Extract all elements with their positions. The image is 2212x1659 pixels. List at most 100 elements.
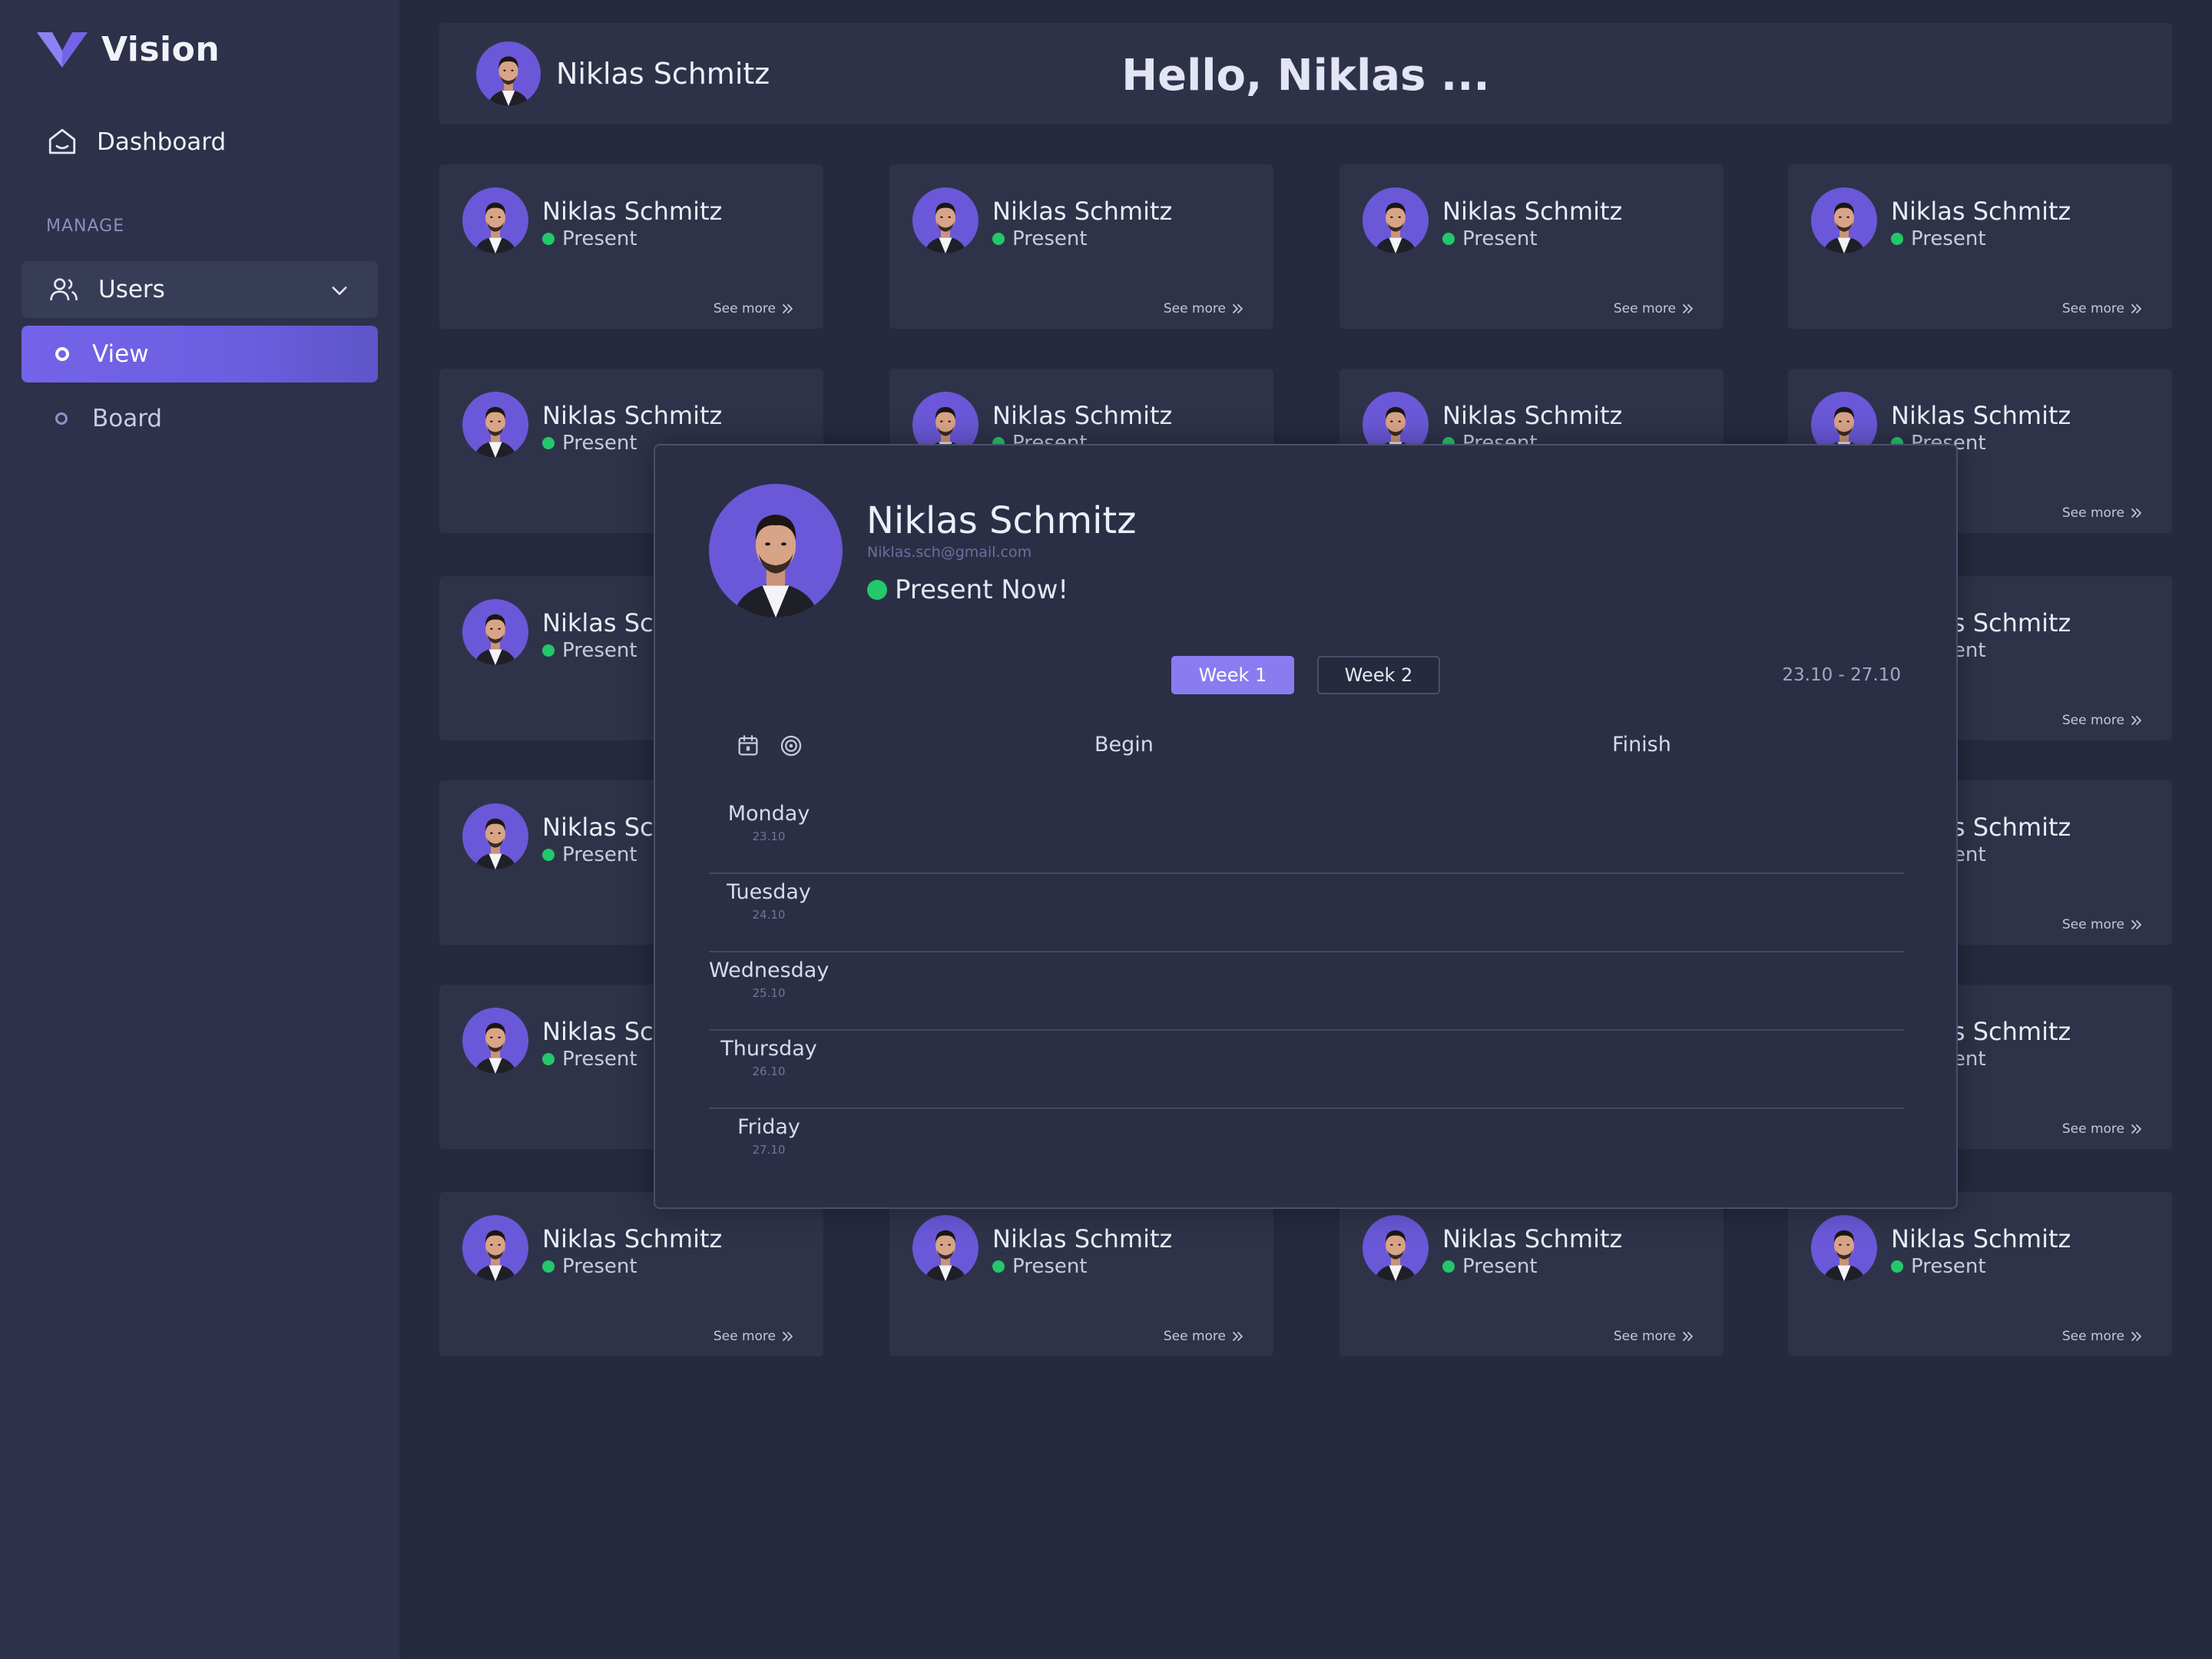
status-text: Present <box>562 1048 637 1071</box>
sidebar-item-label: View <box>92 340 149 368</box>
avatar <box>1363 1215 1429 1281</box>
section-label-manage: MANAGE <box>46 217 125 236</box>
sidebar-item-view[interactable]: View <box>22 326 378 382</box>
users-icon <box>50 278 78 301</box>
see-more-link[interactable]: See more <box>2062 301 2144 316</box>
status-dot-icon <box>992 233 1005 245</box>
status-badge: Present <box>542 432 637 455</box>
day-name: Thursday <box>720 1037 817 1061</box>
user-card[interactable]: Niklas SchmitzPresent See more <box>1339 1192 1724 1356</box>
brand[interactable]: Vision <box>35 28 220 71</box>
sidebar-item-label: Dashboard <box>97 128 227 156</box>
see-more-link[interactable]: See more <box>714 1329 796 1344</box>
status-dot-icon <box>867 580 887 600</box>
see-more-label: See more <box>2061 917 2124 932</box>
status-text: Present <box>562 227 637 250</box>
see-more-link[interactable]: See more <box>1164 301 1246 316</box>
status-text: Present <box>1911 1255 1986 1278</box>
day-date: 24.10 <box>752 908 786 922</box>
card-user-name: Niklas Schmitz <box>992 1224 1173 1253</box>
card-user-name: Niklas Schmitz <box>542 197 723 226</box>
day-name: Monday <box>727 802 810 826</box>
see-more-link[interactable]: See more <box>2062 1329 2144 1344</box>
status-dot-icon <box>542 849 555 861</box>
see-more-label: See more <box>2061 1329 2124 1344</box>
status-dot-icon <box>992 1260 1005 1273</box>
day-name: Friday <box>737 1115 800 1139</box>
see-more-link[interactable]: See more <box>1614 1329 1696 1344</box>
card-user-name: Niklas Schmitz <box>992 197 1173 226</box>
avatar <box>462 1008 528 1074</box>
chevron-down-icon[interactable] <box>329 280 350 301</box>
see-more-link[interactable]: See more <box>2062 1121 2144 1137</box>
see-more-link[interactable]: See more <box>1614 301 1696 316</box>
see-more-label: See more <box>1163 1329 1226 1344</box>
status-badge: Present <box>992 227 1088 250</box>
day-date: 23.10 <box>752 830 786 843</box>
status-text: Present <box>1012 227 1088 250</box>
status-text: Present <box>1012 1255 1088 1278</box>
bullet-icon <box>55 412 68 425</box>
sidebar-item-users[interactable]: Users <box>22 261 378 318</box>
user-card[interactable]: Niklas SchmitzPresent See more <box>439 164 823 329</box>
target-icon[interactable] <box>778 733 804 759</box>
user-card[interactable]: Niklas SchmitzPresent See more <box>439 1192 823 1356</box>
status-text: Present <box>1462 1255 1538 1278</box>
see-more-label: See more <box>1163 301 1226 316</box>
status-dot-icon <box>1891 1260 1903 1273</box>
sidebar-item-board[interactable]: Board <box>22 390 378 447</box>
double-chevron-right-icon <box>783 1332 793 1341</box>
double-chevron-right-icon <box>2131 304 2141 313</box>
status-badge: Present <box>542 1048 637 1071</box>
card-user-name: Niklas Schmitz <box>1891 197 2071 226</box>
card-user-name: Niklas Schmitz <box>1891 1224 2071 1253</box>
user-card[interactable]: Niklas SchmitzPresent See more <box>889 164 1273 329</box>
status-dot-icon <box>1442 233 1455 245</box>
home-icon <box>48 128 76 154</box>
double-chevron-right-icon <box>2131 1332 2141 1341</box>
avatar <box>462 392 528 458</box>
status-badge: Present <box>1442 1255 1538 1278</box>
status-badge: Present <box>1891 227 1986 250</box>
day-name: Wednesday <box>709 959 830 982</box>
status-badge: Present <box>542 843 637 866</box>
double-chevron-right-icon <box>1683 1332 1693 1341</box>
sidebar-item-dashboard[interactable]: Dashboard <box>46 123 226 161</box>
status-text: Present <box>562 432 637 455</box>
avatar <box>709 484 843 618</box>
see-more-link[interactable]: See more <box>2062 713 2144 728</box>
tab-week-1[interactable]: Week 1 <box>1171 656 1294 694</box>
bullet-icon <box>55 347 69 361</box>
see-more-label: See more <box>1613 301 1676 316</box>
card-user-name: Niklas Schmitz <box>992 401 1173 430</box>
status-dot-icon <box>542 233 555 245</box>
user-card[interactable]: Niklas SchmitzPresent See more <box>1339 164 1724 329</box>
day-row: Monday 23.10 <box>709 796 1904 874</box>
calendar-icon[interactable] <box>735 733 761 759</box>
double-chevron-right-icon <box>1233 304 1243 313</box>
status-text: Present <box>1911 227 1986 250</box>
status-dot-icon <box>542 437 555 449</box>
avatar <box>912 1215 979 1281</box>
avatar <box>462 187 528 253</box>
user-card[interactable]: Niklas SchmitzPresent See more <box>1788 164 2172 329</box>
column-header-finish: Finish <box>1612 733 1671 757</box>
double-chevron-right-icon <box>783 304 793 313</box>
status-badge: Present <box>992 1255 1088 1278</box>
status-text: Present <box>562 639 637 662</box>
user-card[interactable]: Niklas SchmitzPresent See more <box>1788 1192 2172 1356</box>
see-more-link[interactable]: See more <box>2062 505 2144 521</box>
tab-week-2[interactable]: Week 2 <box>1317 656 1440 694</box>
sidebar-item-label: Board <box>92 405 163 432</box>
day-row: Thursday 26.10 <box>709 1031 1904 1109</box>
see-more-link[interactable]: See more <box>714 301 796 316</box>
user-card[interactable]: Niklas SchmitzPresent See more <box>889 1192 1273 1356</box>
avatar <box>912 187 979 253</box>
see-more-link[interactable]: See more <box>1164 1329 1246 1344</box>
card-user-name: Niklas Schmitz <box>1442 401 1623 430</box>
see-more-link[interactable]: See more <box>2062 917 2144 932</box>
see-more-label: See more <box>2061 1121 2124 1137</box>
status-dot-icon <box>1891 233 1903 245</box>
date-range: 23.10 - 27.10 <box>1782 665 1901 685</box>
day-row: Wednesday 25.10 <box>709 952 1904 1031</box>
